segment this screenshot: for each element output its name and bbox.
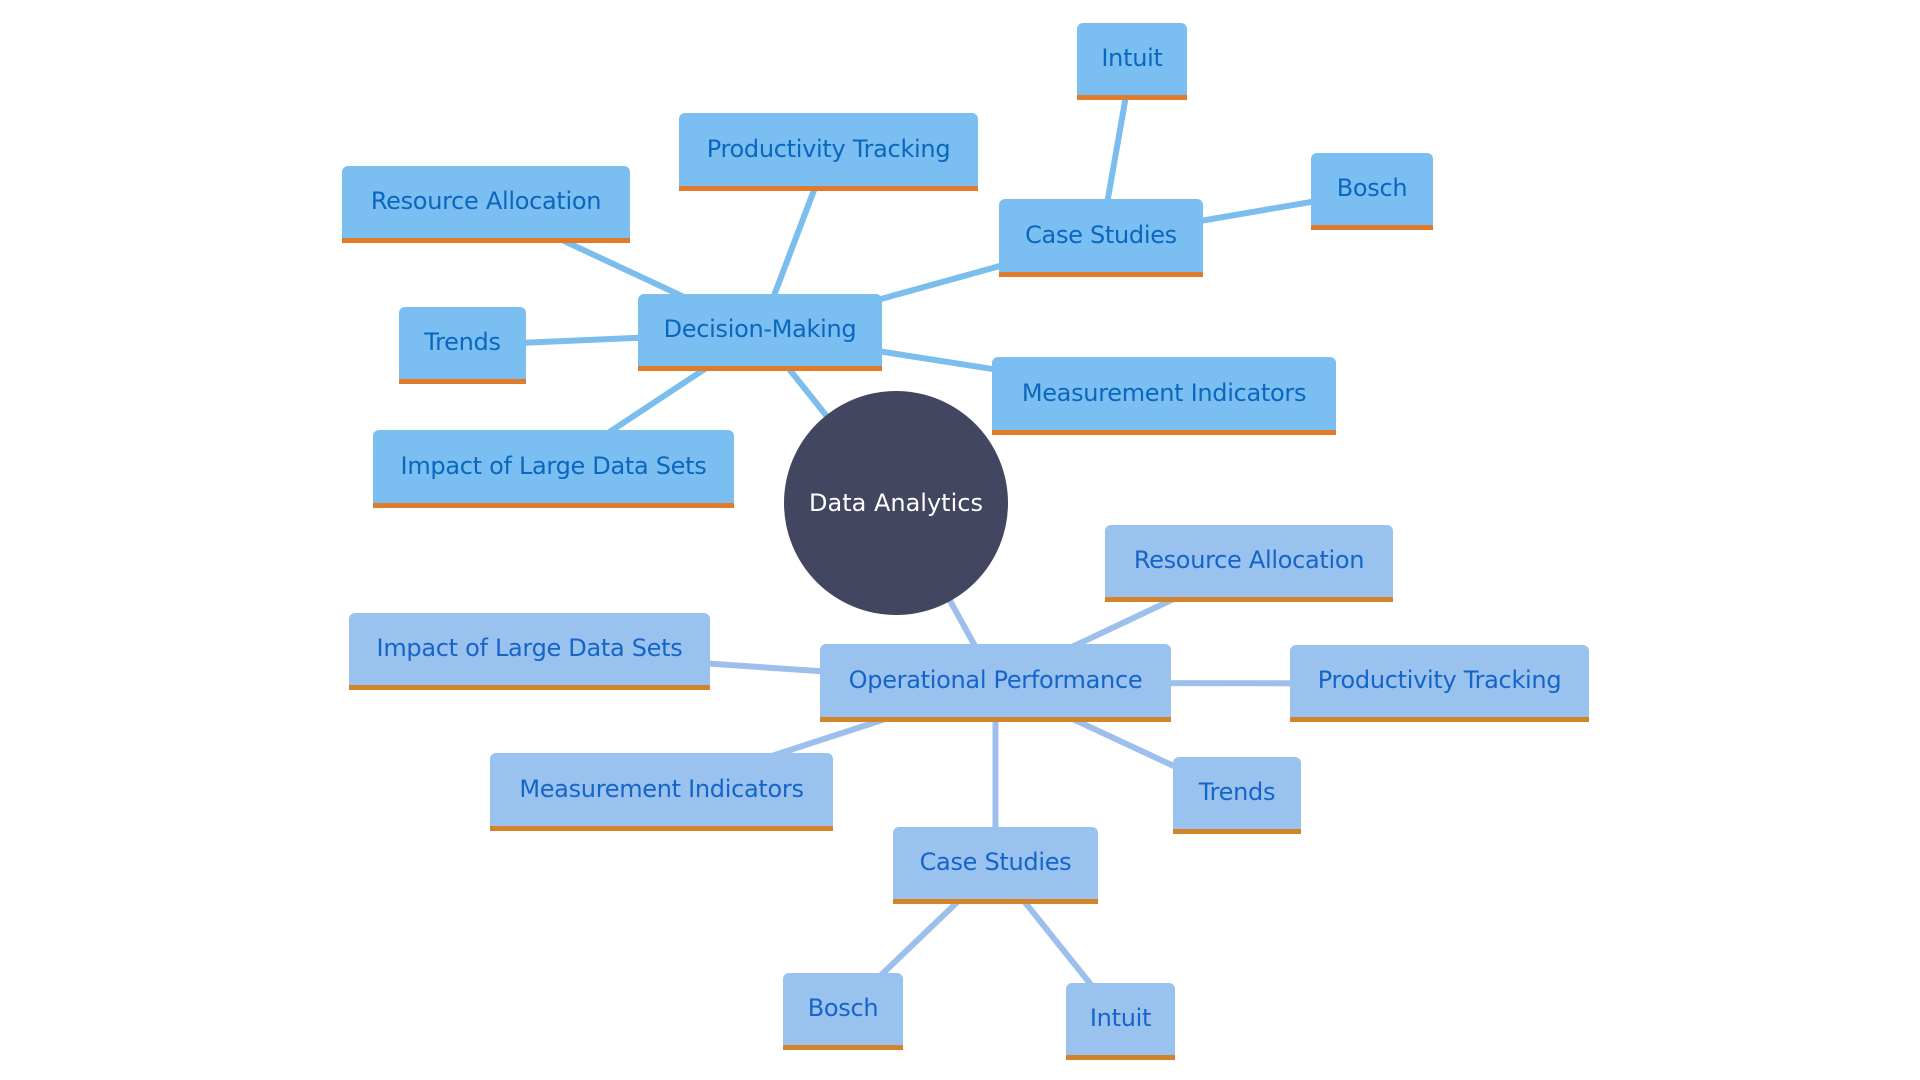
node-measurement-indicators[interactable]: Measurement Indicators [992,357,1336,435]
node-case-studies[interactable]: Case Studies [999,199,1203,277]
node-label: Trends [424,328,501,356]
node-label: Intuit [1101,44,1163,72]
node-label: Measurement Indicators [519,774,804,803]
node-bosch[interactable]: Bosch [1311,153,1433,230]
node-productivity-tracking[interactable]: Productivity Tracking [679,113,978,191]
node-trends[interactable]: Trends [1173,757,1301,834]
node-label: Impact of Large Data Sets [400,451,707,480]
node-label: Operational Performance [848,665,1143,694]
node-impact-of-large-data-sets[interactable]: Impact of Large Data Sets [373,430,734,508]
node-label: Impact of Large Data Sets [376,634,683,662]
node-label: Trends [1198,778,1276,806]
node-intuit[interactable]: Intuit [1066,983,1175,1060]
node-resource-allocation[interactable]: Resource Allocation [1105,525,1393,602]
branch-node-decision-making[interactable]: Decision-Making [638,294,882,371]
node-label: Intuit [1089,1004,1152,1032]
branch-node-operational-performance[interactable]: Operational Performance [820,644,1171,722]
node-intuit[interactable]: Intuit [1077,23,1187,100]
node-impact-of-large-data-sets[interactable]: Impact of Large Data Sets [349,613,710,690]
node-resource-allocation[interactable]: Resource Allocation [342,166,630,243]
node-label: Case Studies [1025,220,1177,249]
root-node[interactable]: Data Analytics [784,391,1008,615]
node-label: Resource Allocation [370,187,602,215]
node-label: Measurement Indicators [1021,378,1307,407]
node-label: Case Studies [919,848,1072,876]
node-label: Bosch [1336,174,1408,202]
node-label: Resource Allocation [1133,546,1365,574]
node-label: Productivity Tracking [1317,666,1562,694]
node-measurement-indicators[interactable]: Measurement Indicators [490,753,833,831]
node-label: Bosch [807,994,879,1022]
node-productivity-tracking[interactable]: Productivity Tracking [1290,645,1589,722]
node-label: Productivity Tracking [706,134,951,163]
node-trends[interactable]: Trends [399,307,526,384]
node-case-studies[interactable]: Case Studies [893,827,1098,904]
root-label: Data Analytics [809,489,983,517]
node-label: Decision-Making [663,315,857,343]
node-bosch[interactable]: Bosch [783,973,903,1050]
